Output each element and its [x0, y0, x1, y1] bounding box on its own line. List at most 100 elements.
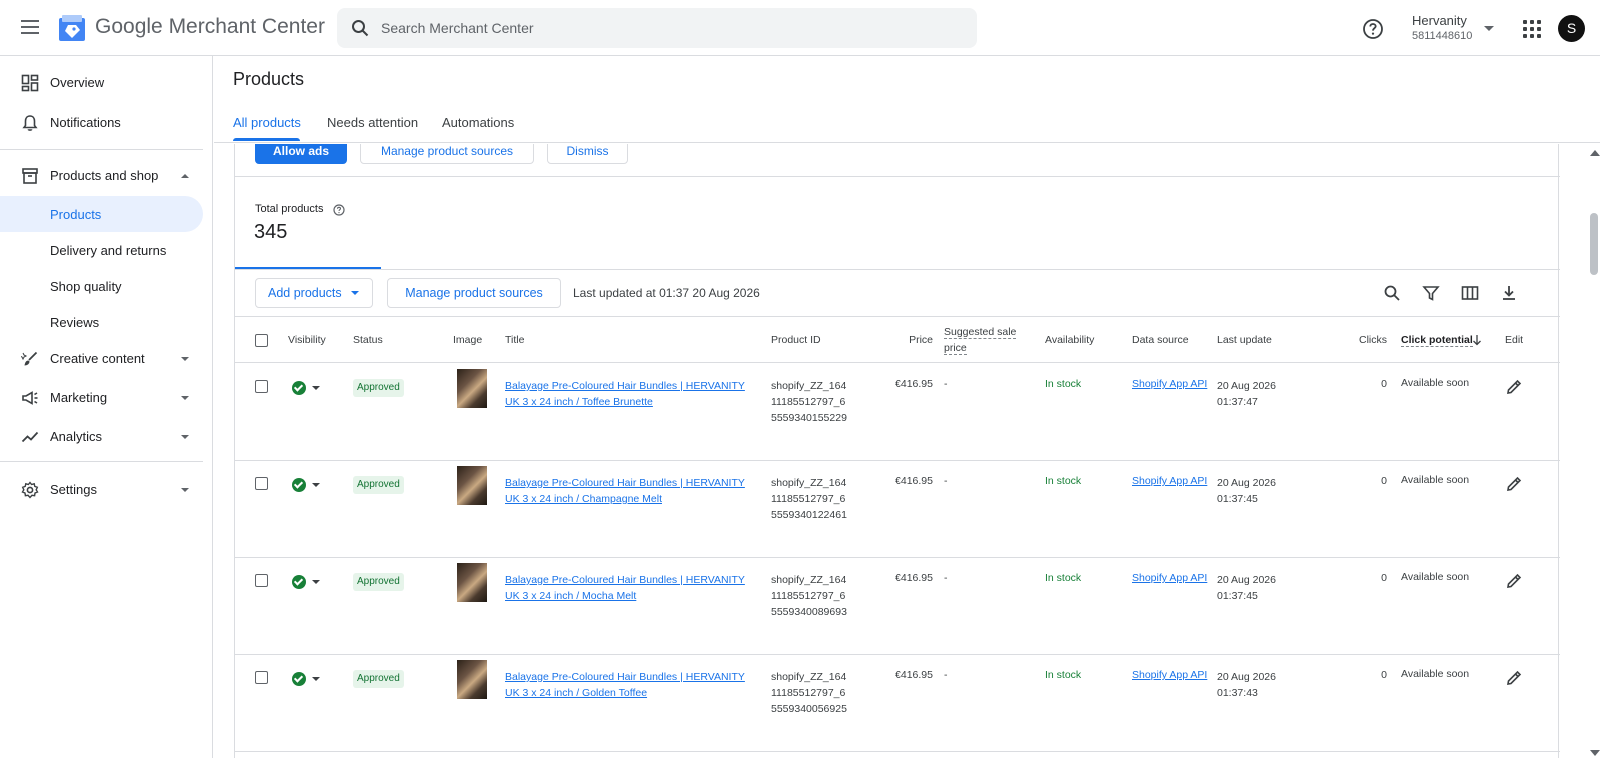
dismiss-button[interactable]: Dismiss [547, 144, 628, 164]
search-input[interactable] [381, 8, 961, 48]
sort-arrow-down-icon[interactable] [1472, 334, 1482, 346]
data-source-link[interactable]: Shopify App API [1132, 475, 1207, 487]
data-source-link[interactable]: Shopify App API [1132, 378, 1207, 390]
table-row[interactable]: Approved Balayage Pre-Coloured Hair Bund… [235, 558, 1560, 655]
sidebar-item-marketing[interactable]: Marketing [0, 381, 203, 415]
visibility-check-icon[interactable] [292, 672, 306, 686]
chevron-down-icon[interactable] [312, 677, 320, 681]
column-product-id[interactable]: Product ID [771, 332, 821, 348]
sidebar-item-products[interactable]: Products [0, 196, 203, 232]
app-title[interactable]: Google Merchant Center [95, 15, 325, 39]
visibility-check-icon[interactable] [292, 575, 306, 589]
merchant-center-logo-icon [59, 15, 85, 41]
column-click-potential[interactable]: Click potential [1401, 332, 1473, 348]
sidebar-item-overview[interactable]: Overview [0, 66, 203, 100]
search-bar[interactable] [337, 8, 977, 48]
chevron-down-icon [181, 488, 189, 492]
manage-product-sources-button[interactable]: Manage product sources [387, 278, 561, 308]
sidebar-divider [0, 149, 203, 150]
account-id: 5811448610 [1412, 30, 1473, 42]
sidebar-item-settings[interactable]: Settings [0, 473, 203, 507]
product-title-link[interactable]: Balayage Pre-Coloured Hair Bundles | HER… [505, 669, 755, 701]
allow-ads-button[interactable]: Allow ads [255, 144, 347, 164]
sidebar-item-label: Delivery and returns [50, 243, 167, 258]
column-last-update[interactable]: Last update [1217, 332, 1272, 348]
pencil-icon[interactable] [1505, 475, 1523, 493]
product-id: shopify_ZZ_16411185512797_65559340122461 [771, 477, 847, 521]
sidebar-item-label: Notifications [50, 115, 121, 130]
pencil-icon[interactable] [1505, 572, 1523, 590]
status-badge: Approved [353, 670, 404, 688]
tab-needs-attention[interactable]: Needs attention [327, 115, 418, 130]
main-menu-icon[interactable] [18, 16, 42, 40]
row-checkbox[interactable] [255, 380, 268, 393]
row-checkbox[interactable] [255, 574, 268, 587]
column-title[interactable]: Title [505, 332, 524, 348]
apps-grid-icon[interactable] [1523, 20, 1541, 38]
chevron-down-icon[interactable] [312, 483, 320, 487]
sidebar-item-delivery-and-returns[interactable]: Delivery and returns [0, 232, 203, 268]
suggested-sale-price: - [944, 669, 948, 681]
column-data-source[interactable]: Data source [1132, 332, 1189, 348]
pencil-icon[interactable] [1505, 669, 1523, 687]
pencil-icon[interactable] [1505, 378, 1523, 396]
add-products-button[interactable]: Add products [255, 278, 373, 308]
select-all-checkbox[interactable] [255, 334, 268, 347]
sidebar-item-shop-quality[interactable]: Shop quality [0, 268, 203, 304]
sidebar-item-products-and-shop[interactable]: Products and shop [0, 159, 203, 193]
sidebar-item-creative-content[interactable]: Creative content [0, 342, 203, 376]
main-content: Allow ads Manage product sources Dismiss… [214, 144, 1584, 758]
product-id: shopify_ZZ_16411185512797_65559340089693 [771, 574, 847, 618]
chevron-up-icon [181, 174, 189, 178]
scroll-down-arrow-icon[interactable] [1590, 750, 1600, 756]
total-products-label: Total products [255, 203, 324, 215]
availability: In stock [1045, 669, 1082, 681]
visibility-check-icon[interactable] [292, 478, 306, 492]
product-title-link[interactable]: Balayage Pre-Coloured Hair Bundles | HER… [505, 475, 755, 507]
data-source-link[interactable]: Shopify App API [1132, 572, 1207, 584]
filter-icon[interactable] [1422, 284, 1440, 302]
column-suggested-sale-price[interactable]: Suggested sale price [944, 324, 1024, 356]
column-suggested-sale-price-label: Suggested sale price [944, 326, 1017, 355]
column-edit: Edit [1505, 334, 1524, 346]
tab-automations[interactable]: Automations [442, 115, 514, 130]
banner-manage-sources-button[interactable]: Manage product sources [360, 144, 534, 164]
sidebar-item-analytics[interactable]: Analytics [0, 420, 203, 454]
product-image[interactable] [457, 466, 487, 505]
product-title-link[interactable]: Balayage Pre-Coloured Hair Bundles | HER… [505, 572, 755, 604]
column-status[interactable]: Status [353, 332, 383, 348]
chevron-down-icon[interactable] [1484, 26, 1494, 31]
column-price[interactable]: Price [895, 332, 933, 348]
visibility-check-icon[interactable] [292, 381, 306, 395]
clicks-count: 0 [1381, 378, 1387, 390]
chevron-down-icon[interactable] [312, 386, 320, 390]
total-products-value: 345 [254, 221, 288, 243]
search-icon[interactable] [1383, 284, 1401, 302]
product-image[interactable] [457, 369, 487, 408]
chevron-down-icon[interactable] [312, 580, 320, 584]
sidebar-item-notifications[interactable]: Notifications [0, 106, 203, 140]
download-icon[interactable] [1500, 284, 1518, 302]
row-checkbox[interactable] [255, 671, 268, 684]
product-image[interactable] [457, 563, 487, 602]
tab-all-products[interactable]: All products [233, 115, 301, 130]
scroll-up-arrow-icon[interactable] [1590, 150, 1600, 156]
table-row[interactable]: Approved Balayage Pre-Coloured Hair Bund… [235, 461, 1560, 558]
table-row[interactable]: Approved Balayage Pre-Coloured Hair Bund… [235, 655, 1560, 752]
page-header: Products All products Needs attention Au… [214, 56, 1600, 143]
click-potential: Available soon [1401, 668, 1470, 680]
columns-icon[interactable] [1461, 284, 1479, 302]
help-icon[interactable] [333, 204, 345, 216]
product-title-link[interactable]: Balayage Pre-Coloured Hair Bundles | HER… [505, 378, 755, 410]
column-clicks[interactable]: Clicks [1345, 332, 1387, 348]
data-source-link[interactable]: Shopify App API [1132, 669, 1207, 681]
product-image[interactable] [457, 660, 487, 699]
scrollbar-thumb[interactable] [1590, 213, 1598, 275]
column-availability[interactable]: Availability [1045, 332, 1094, 348]
row-checkbox[interactable] [255, 477, 268, 490]
help-icon[interactable] [1362, 18, 1384, 40]
column-visibility[interactable]: Visibility [288, 332, 326, 348]
sidebar-item-reviews[interactable]: Reviews [0, 304, 203, 340]
avatar[interactable]: S [1558, 15, 1585, 42]
table-row[interactable]: Approved Balayage Pre-Coloured Hair Bund… [235, 364, 1560, 461]
